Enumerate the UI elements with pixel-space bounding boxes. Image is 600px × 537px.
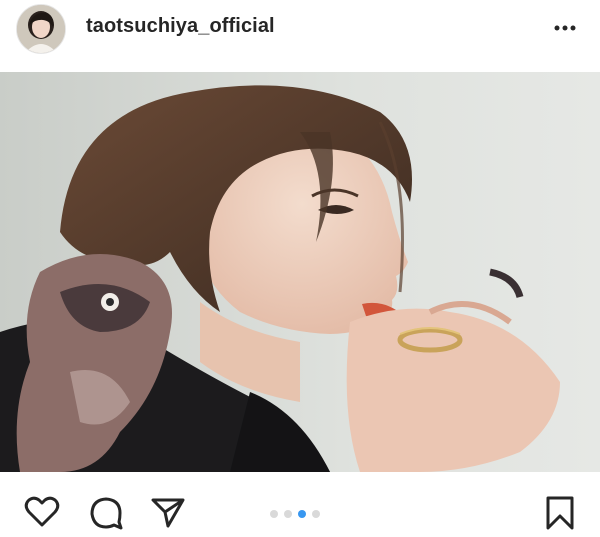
more-options-icon[interactable]: [548, 16, 582, 40]
carousel-dot: [284, 510, 292, 518]
post-header: taotsuchiya_official: [0, 0, 600, 72]
post-image[interactable]: [0, 72, 600, 472]
username[interactable]: taotsuchiya_official: [86, 15, 275, 38]
carousel-dot: [312, 510, 320, 518]
profile-avatar[interactable]: [16, 4, 66, 54]
carousel-dot: [270, 510, 278, 518]
carousel-dot-active: [298, 510, 306, 518]
bookmark-icon[interactable]: [540, 492, 580, 532]
carousel-indicator: [270, 509, 320, 519]
action-bar: [0, 472, 600, 532]
heart-icon[interactable]: [22, 492, 62, 532]
avatar-image: [17, 5, 65, 53]
comment-icon[interactable]: [86, 492, 126, 532]
send-icon[interactable]: [148, 492, 188, 532]
portrait-photo: [0, 72, 600, 472]
